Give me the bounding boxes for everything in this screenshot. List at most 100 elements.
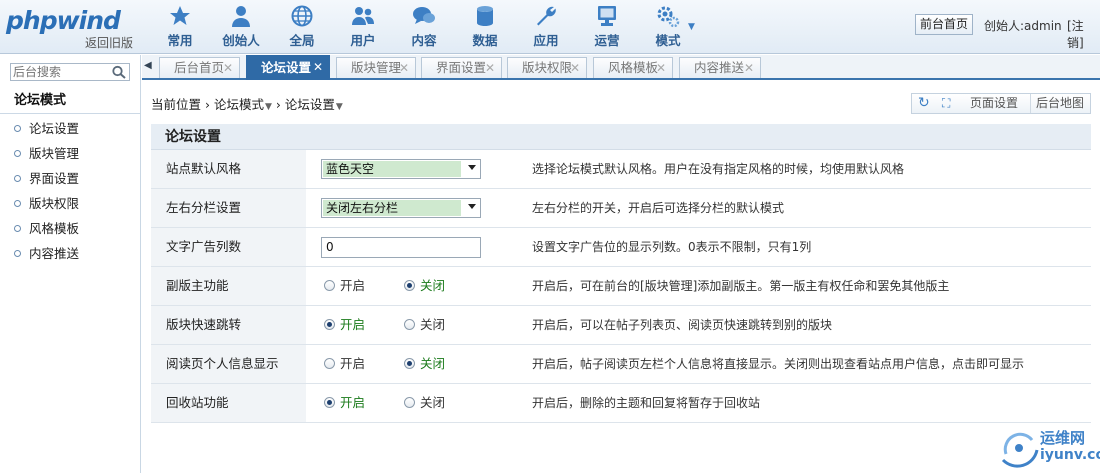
nav-item-content[interactable]: 内容 [396,4,452,50]
radio-label: 开启 [340,317,366,332]
nav-item-users[interactable]: 用户 [335,4,391,50]
setting-row-deputy-moderator: 副版主功能 开启 关闭 开启后，可在前台的[版块管理]添加副版主。第一版主有权任… [151,267,1091,306]
close-icon[interactable]: ✕ [313,56,323,79]
tab-label: 内容推送 [694,60,745,75]
radio-button[interactable] [404,397,415,408]
radio-enable[interactable]: 开启 [324,384,365,422]
tab-admin-home[interactable]: 后台首页 ✕ [159,57,240,78]
radio-enable[interactable]: 开启 [324,345,365,383]
radio-button[interactable] [404,358,415,369]
admin-map-button[interactable]: 后台地图 [1030,94,1084,113]
sidebar-item-interface-settings[interactable]: 界面设置 [14,169,79,189]
radio-button[interactable] [324,319,335,330]
nav-item-global[interactable]: 全局 [274,4,330,50]
globe-icon [274,4,330,30]
radio-button[interactable] [324,280,335,291]
setting-label: 版块快速跳转 [151,306,306,344]
close-icon[interactable]: ✕ [570,58,580,78]
radio-label: 关闭 [420,317,446,332]
nav-label: 内容 [411,33,437,48]
radio-enable[interactable]: 开启 [324,306,365,344]
radio-disable[interactable]: 关闭 [404,345,445,383]
logo: phpwind [6,6,121,35]
search-icon[interactable] [111,65,127,79]
nav-item-apps[interactable]: 应用 [518,4,574,50]
close-icon[interactable]: ✕ [744,58,754,78]
sidebar-item-style-templates[interactable]: 风格模板 [14,219,79,239]
radio-button[interactable] [324,358,335,369]
sidebar-item-label: 论坛设置 [29,121,80,136]
radio-disable[interactable]: 关闭 [404,267,445,305]
text-ad-columns-input[interactable]: 0 [321,237,481,258]
back-to-old-version-link[interactable]: 返回旧版 [85,34,133,51]
radio-button[interactable] [404,319,415,330]
radio-enable[interactable]: 开启 [324,267,365,305]
setting-tip: 设置文字广告位的显示列数。0表示不限制，只有1列 [532,240,812,254]
nav-item-changyong[interactable]: 常用 [152,4,208,50]
default-style-select[interactable]: 蓝色天空 [321,159,481,179]
radio-button[interactable] [404,280,415,291]
nav-item-founder[interactable]: 创始人 [213,4,269,50]
star-icon [152,4,208,30]
close-icon[interactable]: ✕ [656,58,666,78]
refresh-icon[interactable]: ↻ [918,94,930,113]
sidebar-item-board-permissions[interactable]: 版块权限 [14,194,79,214]
chat-bubbles-icon [396,4,452,30]
chevron-down-icon[interactable]: ▼ [688,22,695,32]
close-icon[interactable]: ✕ [223,58,233,78]
breadcrumb-level1[interactable]: 论坛模式 [214,97,264,112]
column-layout-select[interactable]: 关闭左右分栏 [321,198,481,218]
tab-content-push[interactable]: 内容推送 ✕ [679,57,761,78]
close-icon[interactable]: ✕ [399,58,409,78]
logout-link[interactable]: [注销] [1067,17,1100,51]
select-value: 关闭左右分栏 [323,200,461,216]
close-icon[interactable]: ✕ [485,58,495,78]
sidebar-item-forum-settings[interactable]: 论坛设置 [14,119,79,139]
radio-button[interactable] [324,397,335,408]
setting-label: 站点默认风格 [151,150,306,188]
tab-style-templates[interactable]: 风格模板 ✕ [593,57,673,78]
chevron-right-icon: › [205,97,214,112]
front-homepage-button[interactable]: 前台首页 [915,14,973,35]
top-header: phpwind 返回旧版 常用 创始人 全局 用户 内容 数据 应用 运营 模式… [0,0,1100,54]
tab-forum-settings[interactable]: 论坛设置 ✕ [246,55,330,80]
setting-tip: 选择论坛模式默认风格。用户在没有指定风格的时候，均使用默认风格 [532,162,905,176]
page-settings-button[interactable]: 页面设置 [970,94,1018,113]
database-icon [457,4,513,30]
caret-down-icon[interactable]: ▼ [265,102,272,112]
nav-label: 数据 [472,33,498,48]
sidebar-item-label: 界面设置 [29,171,80,186]
chevron-right-icon: › [275,97,285,112]
sidebar-item-board-management[interactable]: 版块管理 [14,144,79,164]
radio-disable[interactable]: 关闭 [404,384,445,422]
tab-label: 版块管理 [351,60,402,75]
radio-label: 开启 [340,356,366,371]
sidebar-item-label: 版块管理 [29,146,80,161]
nav-item-data[interactable]: 数据 [457,4,513,50]
tab-interface-settings[interactable]: 界面设置 ✕ [421,57,502,78]
setting-row-recycle-bin: 回收站功能 开启 关闭 开启后，删除的主题和回复将暂存于回收站 [151,384,1091,423]
sidebar-item-content-push[interactable]: 内容推送 [14,244,79,264]
fullscreen-icon[interactable]: ⛶ [942,94,950,113]
nav-label: 模式 [655,33,681,48]
caret-down-icon[interactable]: ▼ [336,102,343,112]
setting-row-profile-display: 阅读页个人信息显示 开启 关闭 开启后，帖子阅读页左栏个人信息将直接显示。关闭则… [151,345,1091,384]
tab-label: 论坛设置 [261,60,312,75]
setting-label: 回收站功能 [151,384,306,422]
radio-disable[interactable]: 关闭 [404,306,445,344]
dropdown-arrow-icon [468,204,476,209]
bullet-icon [14,250,21,257]
search-input[interactable] [13,64,109,80]
breadcrumb-level2[interactable]: 论坛设置 [285,97,335,112]
setting-label: 副版主功能 [151,267,306,305]
nav-label: 创始人 [222,33,260,48]
toolbar: ↻ ⛶ 页面设置 后台地图 [911,93,1091,114]
nav-item-operations[interactable]: 运营 [579,4,635,50]
tab-board-management[interactable]: 版块管理 ✕ [336,57,416,78]
scroll-left-icon[interactable]: ◀ [144,60,154,74]
nav-label: 用户 [350,33,376,48]
bullet-icon [14,200,21,207]
tab-board-permissions[interactable]: 版块权限 ✕ [507,57,587,78]
setting-row-default-style: 站点默认风格 蓝色天空 选择论坛模式默认风格。用户在没有指定风格的时候，均使用默… [151,150,1091,189]
setting-tip: 开启后，删除的主题和回复将暂存于回收站 [532,396,761,410]
